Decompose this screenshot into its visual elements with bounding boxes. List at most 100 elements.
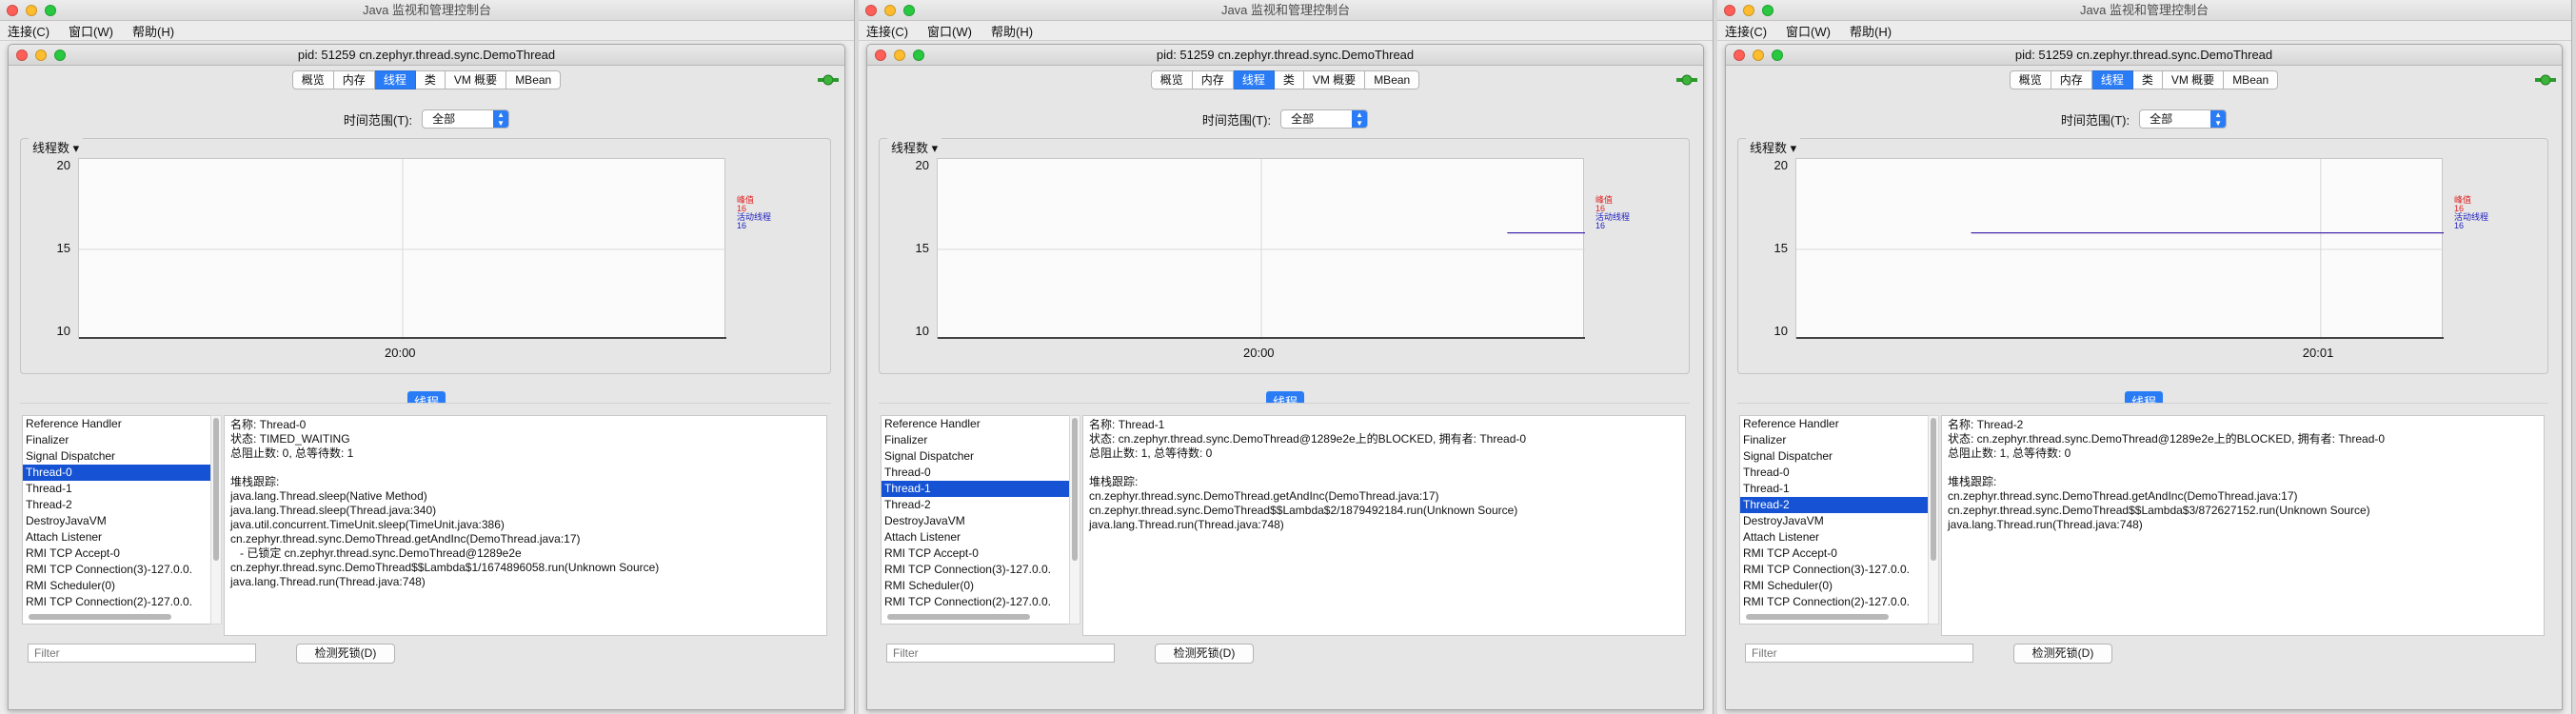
- time-range-select[interactable]: 全部 ▲ ▼: [422, 109, 510, 129]
- tab-3[interactable]: 类: [2132, 70, 2163, 89]
- menu-item[interactable]: 连接(C): [8, 22, 50, 40]
- thread-list-item[interactable]: DestroyJavaVM: [23, 513, 211, 529]
- close-button[interactable]: [1734, 50, 1745, 61]
- thread-list-item[interactable]: Signal Dispatcher: [882, 448, 1070, 465]
- tab-0[interactable]: 概览: [1150, 70, 1193, 89]
- time-range-select[interactable]: 全部 ▲ ▼: [2139, 109, 2228, 129]
- chart-title-dropdown[interactable]: 线程数 ▾: [887, 138, 942, 156]
- minimize-button[interactable]: [1743, 5, 1754, 16]
- menu-item[interactable]: 连接(C): [866, 22, 908, 40]
- thread-list-item[interactable]: Finalizer: [1740, 432, 1929, 448]
- tab-1[interactable]: 内存: [1192, 70, 1234, 89]
- filter-input[interactable]: [1745, 644, 1973, 663]
- menu-item[interactable]: 连接(C): [1725, 22, 1767, 40]
- close-button[interactable]: [865, 5, 877, 16]
- thread-list[interactable]: Reference Handler Finalizer Signal Dispatc…: [1739, 415, 1930, 625]
- thread-list-item[interactable]: Finalizer: [882, 432, 1070, 448]
- thread-list-item[interactable]: Reference Handler: [23, 416, 211, 432]
- horizontal-scrollbar[interactable]: [1746, 614, 1889, 620]
- tab-4[interactable]: VM 概要: [1303, 70, 1366, 89]
- menu-item[interactable]: 帮助(H): [991, 22, 1033, 40]
- thread-list-item[interactable]: RMI Scheduler(0): [23, 578, 211, 594]
- tab-4[interactable]: VM 概要: [2162, 70, 2225, 89]
- zoom-button[interactable]: [913, 50, 924, 61]
- thread-list-item[interactable]: Thread-0: [1740, 465, 1929, 481]
- close-button[interactable]: [7, 5, 18, 16]
- close-button[interactable]: [16, 50, 28, 61]
- zoom-button[interactable]: [903, 5, 915, 16]
- tab-5[interactable]: MBean: [1365, 70, 1420, 89]
- vertical-scrollbar[interactable]: [1069, 415, 1080, 625]
- minimize-button[interactable]: [884, 5, 896, 16]
- chart-title-dropdown[interactable]: 线程数 ▾: [29, 138, 84, 156]
- menu-item[interactable]: 窗口(W): [927, 22, 972, 40]
- thread-list[interactable]: Reference Handler Finalizer Signal Dispatc…: [22, 415, 212, 625]
- thread-list-item[interactable]: Thread-0: [882, 465, 1070, 481]
- thread-list-item[interactable]: DestroyJavaVM: [882, 513, 1070, 529]
- chart-title-dropdown[interactable]: 线程数 ▾: [1746, 138, 1801, 156]
- vertical-scrollbar[interactable]: [210, 415, 222, 625]
- minimize-button[interactable]: [1753, 50, 1764, 61]
- minimize-button[interactable]: [894, 50, 905, 61]
- tab-3[interactable]: 类: [1274, 70, 1304, 89]
- thread-list-item[interactable]: RMI TCP Accept-0: [23, 545, 211, 562]
- thread-list-item[interactable]: RMI TCP Connection(3)-127.0.0.: [882, 562, 1070, 578]
- menu-item[interactable]: 窗口(W): [69, 22, 113, 40]
- thread-list-item[interactable]: Thread-1: [1740, 481, 1929, 497]
- thread-list-item[interactable]: Thread-2: [882, 497, 1070, 513]
- zoom-button[interactable]: [54, 50, 66, 61]
- thread-list-item[interactable]: Attach Listener: [1740, 529, 1929, 545]
- thread-list-item[interactable]: RMI TCP Connection(3)-127.0.0.: [1740, 562, 1929, 578]
- tab-0[interactable]: 概览: [291, 70, 334, 89]
- thread-list-item[interactable]: RMI Scheduler(0): [882, 578, 1070, 594]
- horizontal-scrollbar[interactable]: [29, 614, 171, 620]
- filter-input[interactable]: [28, 644, 256, 663]
- thread-list-item[interactable]: Thread-1: [882, 481, 1070, 497]
- tab-5[interactable]: MBean: [2224, 70, 2279, 89]
- tab-2[interactable]: 线程: [2091, 70, 2133, 89]
- thread-list-item[interactable]: RMI Scheduler(0): [1740, 578, 1929, 594]
- close-button[interactable]: [1724, 5, 1735, 16]
- thread-list-item[interactable]: Attach Listener: [23, 529, 211, 545]
- thread-list-item[interactable]: Finalizer: [23, 432, 211, 448]
- thread-list-item[interactable]: Thread-1: [23, 481, 211, 497]
- tab-1[interactable]: 内存: [2051, 70, 2092, 89]
- detect-deadlock-button[interactable]: 检测死锁(D): [296, 644, 395, 664]
- thread-list-item[interactable]: Signal Dispatcher: [1740, 448, 1929, 465]
- vertical-scrollbar[interactable]: [1928, 415, 1939, 625]
- scroll-thumb[interactable]: [1072, 418, 1078, 561]
- zoom-button[interactable]: [1772, 50, 1783, 61]
- thread-list-item[interactable]: RMI TCP Connection(2)-127.0.0.: [23, 594, 211, 610]
- thread-list-item[interactable]: DestroyJavaVM: [1740, 513, 1929, 529]
- thread-list-item[interactable]: Thread-0: [23, 465, 211, 481]
- thread-list-item[interactable]: RMI TCP Accept-0: [1740, 545, 1929, 562]
- thread-list-item[interactable]: RMI TCP Connection(2)-127.0.0.: [1740, 594, 1929, 610]
- thread-list[interactable]: Reference Handler Finalizer Signal Dispatc…: [881, 415, 1071, 625]
- thread-list-item[interactable]: Thread-2: [1740, 497, 1929, 513]
- tab-5[interactable]: MBean: [506, 70, 562, 89]
- tab-1[interactable]: 内存: [333, 70, 375, 89]
- minimize-button[interactable]: [35, 50, 47, 61]
- thread-list-item[interactable]: Thread-2: [23, 497, 211, 513]
- thread-list-item[interactable]: Reference Handler: [1740, 416, 1929, 432]
- scroll-thumb[interactable]: [1931, 418, 1936, 561]
- filter-input[interactable]: [886, 644, 1115, 663]
- thread-list-item[interactable]: Signal Dispatcher: [23, 448, 211, 465]
- menu-item[interactable]: 帮助(H): [132, 22, 174, 40]
- detect-deadlock-button[interactable]: 检测死锁(D): [2013, 644, 2112, 664]
- zoom-button[interactable]: [1762, 5, 1773, 16]
- time-range-select[interactable]: 全部 ▲ ▼: [1280, 109, 1369, 129]
- thread-list-item[interactable]: RMI TCP Accept-0: [882, 545, 1070, 562]
- close-button[interactable]: [875, 50, 886, 61]
- minimize-button[interactable]: [26, 5, 37, 16]
- detect-deadlock-button[interactable]: 检测死锁(D): [1155, 644, 1254, 664]
- menu-item[interactable]: 窗口(W): [1786, 22, 1831, 40]
- thread-list-item[interactable]: RMI TCP Connection(2)-127.0.0.: [882, 594, 1070, 610]
- scroll-thumb[interactable]: [213, 418, 219, 561]
- thread-list-item[interactable]: Reference Handler: [882, 416, 1070, 432]
- menu-item[interactable]: 帮助(H): [1850, 22, 1892, 40]
- tab-0[interactable]: 概览: [2009, 70, 2051, 89]
- horizontal-scrollbar[interactable]: [887, 614, 1030, 620]
- thread-list-item[interactable]: RMI TCP Connection(3)-127.0.0.: [23, 562, 211, 578]
- thread-list-item[interactable]: Attach Listener: [882, 529, 1070, 545]
